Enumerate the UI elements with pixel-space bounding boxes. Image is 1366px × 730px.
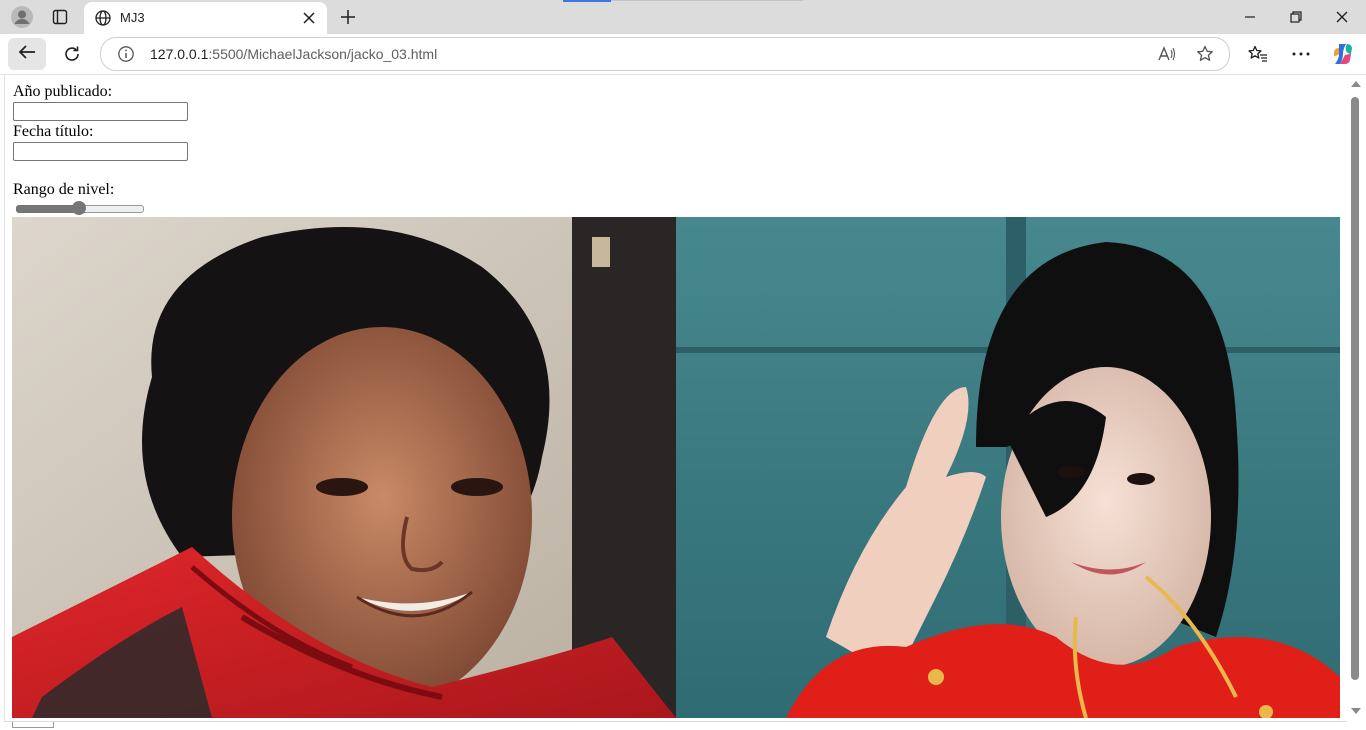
url-text: 127.0.0.1:5500/MichaelJackson/jacko_03.h… [150,46,437,62]
year-label: Año publicado: [13,83,113,100]
range-label: Rango de nivel: [13,181,115,198]
address-bar[interactable]: 127.0.0.1:5500/MichaelJackson/jacko_03.h… [100,37,1230,71]
photo-left [12,217,676,718]
copilot-icon[interactable] [1331,42,1355,66]
profile-icon[interactable] [8,4,36,30]
tab-title: MJ3 [120,10,145,25]
star-icon[interactable] [1195,44,1215,64]
date-title-label: Fecha título: [13,123,94,140]
window-close-icon[interactable] [1328,5,1356,29]
url-host: 127.0.0.1 [150,46,209,62]
range-thumb[interactable] [72,201,86,215]
scroll-down-icon[interactable] [1351,708,1361,714]
level-range-slider[interactable] [13,201,145,215]
page-viewport: Año publicado: Fecha título: Rango de ni… [4,75,1348,721]
back-arrow-icon [18,44,36,65]
more-icon[interactable] [1289,42,1313,66]
info-icon[interactable] [117,45,135,63]
year-input[interactable] [13,102,188,121]
minimize-icon[interactable] [1236,5,1264,29]
read-aloud-icon[interactable] [1157,44,1177,64]
date-title-input[interactable] [13,142,188,161]
scrollbar-thumb[interactable] [1351,97,1359,680]
page-fragment [12,722,54,728]
photo-gallery [12,217,1340,718]
tab-actions-icon[interactable] [48,5,72,29]
back-button[interactable] [8,38,46,70]
form: Año publicado: Fecha título: Rango de ni… [13,83,188,215]
globe-icon [94,9,112,27]
title-bar: MJ3 [0,0,1366,34]
reload-icon[interactable] [56,38,88,70]
tab-mj3[interactable]: MJ3 [84,2,327,34]
title-bar-accent [563,0,611,2]
title-bar-line [611,0,803,1]
favorites-icon[interactable] [1246,42,1270,66]
scroll-up-icon[interactable] [1351,81,1361,87]
url-path: :5500/MichaelJackson/jacko_03.html [208,46,438,62]
restore-icon[interactable] [1282,5,1310,29]
photo-right [676,217,1340,718]
plus-icon[interactable] [336,5,360,29]
close-icon[interactable] [299,8,319,28]
navigation-toolbar: 127.0.0.1:5500/MichaelJackson/jacko_03.h… [0,34,1366,75]
vertical-scrollbar[interactable] [1347,75,1366,721]
